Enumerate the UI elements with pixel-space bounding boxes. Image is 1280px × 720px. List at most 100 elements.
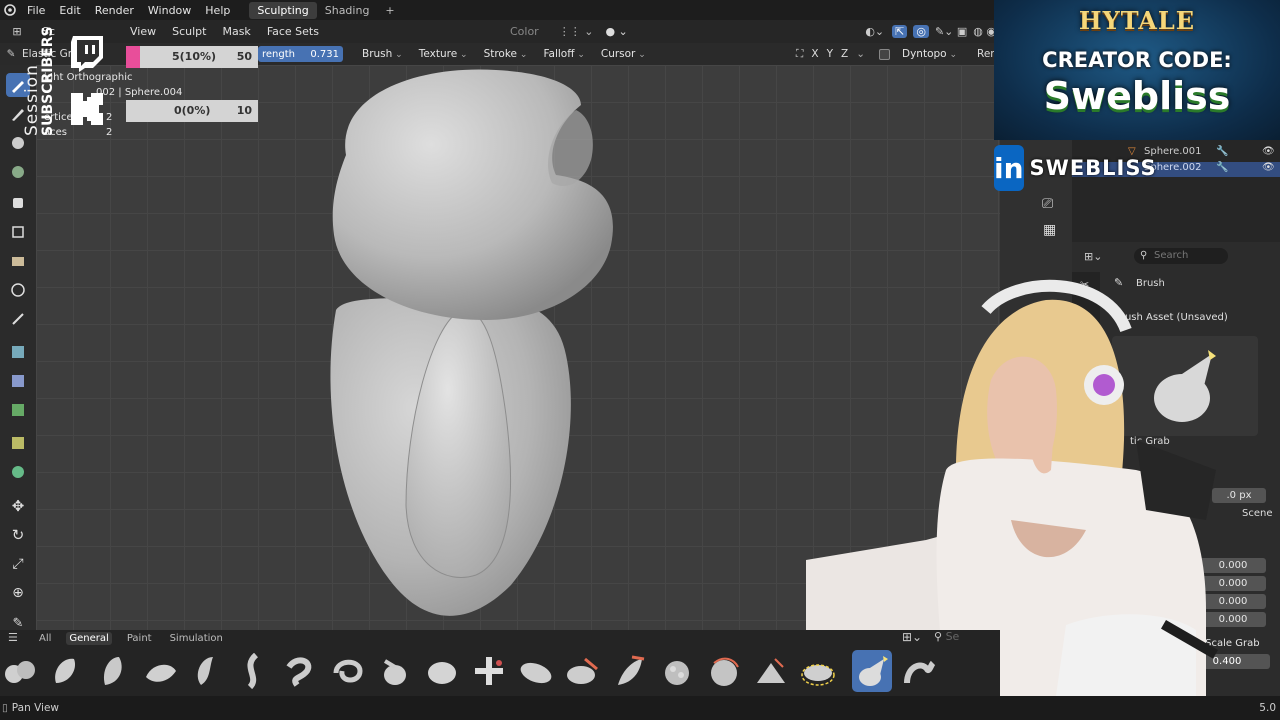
- creator-code-banner: HYTALE CREATOR CODE: Swebliss: [994, 0, 1280, 140]
- eye-icon[interactable]: 👁: [1262, 162, 1275, 173]
- subscriber-goal-text: 5(10%): [172, 50, 217, 63]
- second-goal-target: 10: [236, 104, 252, 117]
- brush-pinch-icon[interactable]: [469, 650, 509, 692]
- subscribers-label: SUBSCRIBERS: [40, 26, 56, 136]
- brush-crease-icon[interactable]: [234, 650, 274, 692]
- eye-icon[interactable]: 👁: [1262, 146, 1275, 157]
- shelf-search[interactable]: ⚲ Se: [934, 630, 959, 643]
- menu-view[interactable]: View: [122, 25, 164, 38]
- strength-slider[interactable]: rength 0.731: [258, 46, 343, 62]
- axis-y-toggle[interactable]: Y: [827, 48, 833, 60]
- face-set-tool-icon[interactable]: [6, 398, 30, 422]
- scale-tool-icon[interactable]: ⤢: [6, 552, 30, 576]
- shelf-search-placeholder: Se: [945, 630, 960, 643]
- brush-snake-icon[interactable]: [281, 650, 321, 692]
- menu-file[interactable]: File: [20, 4, 52, 17]
- box-hide-tool-icon[interactable]: [6, 369, 30, 393]
- gizmo-icon[interactable]: ⇱: [892, 25, 908, 38]
- collection-info: 002 | Sphere.004: [96, 87, 183, 98]
- color-toggle[interactable]: Color: [502, 25, 547, 38]
- cursor-dropdown[interactable]: Cursor: [593, 48, 654, 60]
- mesh-filter-tool-icon[interactable]: [6, 460, 30, 484]
- shelf-layout-icon[interactable]: ⊞⌄: [902, 630, 922, 644]
- line-project-tool-icon[interactable]: [6, 431, 30, 455]
- shading-mode-icon[interactable]: ◍ ◉: [973, 25, 996, 38]
- subscriber-goal-bar: 5(10%) 50: [126, 46, 258, 68]
- hamburger-icon[interactable]: ☰: [8, 631, 18, 644]
- menu-face-sets[interactable]: Face Sets: [259, 25, 327, 38]
- properties-editor-icon[interactable]: ⊞⌄: [1084, 250, 1102, 263]
- ortho-toggle-icon[interactable]: ▦: [1043, 222, 1056, 238]
- overlay-icon[interactable]: ◎: [913, 25, 929, 38]
- shelf-tab-paint[interactable]: Paint: [124, 632, 155, 645]
- stroke-dropdown[interactable]: Stroke: [476, 48, 536, 60]
- properties-search-placeholder: Search: [1154, 250, 1189, 261]
- strength-label: rength: [262, 48, 295, 60]
- brush-mask-icon[interactable]: [751, 650, 791, 692]
- linkedin-badge: in SWEBLISS: [994, 144, 1156, 192]
- camera-view-icon[interactable]: ⎚: [1042, 196, 1053, 212]
- falloff-dropdown[interactable]: Falloff: [535, 48, 592, 60]
- shelf-tab-simulation[interactable]: Simulation: [167, 632, 226, 645]
- brush-fill-icon[interactable]: [563, 650, 603, 692]
- twitch-icon: [64, 33, 110, 73]
- menu-edit[interactable]: Edit: [52, 4, 87, 17]
- brush-icon: ✎: [6, 48, 16, 60]
- status-hint: Pan View: [11, 702, 59, 714]
- dyntopo-checkbox[interactable]: [879, 48, 890, 60]
- brush-smooth-icon[interactable]: [704, 650, 744, 692]
- properties-search[interactable]: ⚲ Search: [1134, 248, 1228, 264]
- brush-dropdown[interactable]: Brush: [354, 48, 411, 60]
- flatten-tool-icon[interactable]: [6, 220, 30, 244]
- shading-dropdown-icon[interactable]: ● ⌄: [605, 25, 627, 38]
- menu-help[interactable]: Help: [198, 4, 237, 17]
- crease-tool-icon[interactable]: [6, 160, 30, 184]
- dyntopo-dropdown[interactable]: Dyntopo: [898, 48, 961, 60]
- linkedin-icon: in: [994, 145, 1024, 191]
- axis-z-toggle[interactable]: Z: [841, 48, 848, 60]
- menu-render[interactable]: Render: [88, 4, 141, 17]
- brush-rotate-icon[interactable]: [798, 650, 838, 692]
- tab-shading[interactable]: Shading: [317, 2, 378, 19]
- rotate-tool-icon[interactable]: ↻: [6, 523, 30, 547]
- tab-sculpting[interactable]: Sculpting: [249, 1, 317, 19]
- blender-logo-icon[interactable]: [0, 4, 20, 16]
- brush-multiplane-icon[interactable]: [657, 650, 697, 692]
- axis-x-toggle[interactable]: X: [811, 48, 818, 60]
- brush-blob-smooth-icon[interactable]: [422, 650, 462, 692]
- menu-sculpt[interactable]: Sculpt: [164, 25, 214, 38]
- xray-icon[interactable]: ✎⌄ ▣: [935, 25, 967, 38]
- shelf-tab-all[interactable]: All: [36, 632, 54, 645]
- view-name: ight Orthographic: [44, 72, 133, 83]
- add-workspace-button[interactable]: +: [377, 2, 402, 19]
- brush-clay-strips-icon[interactable]: [187, 650, 227, 692]
- brush-draw-sharp-icon[interactable]: [93, 650, 133, 692]
- brush-draw-icon[interactable]: [46, 650, 86, 692]
- shelf-tab-general[interactable]: General: [66, 632, 112, 645]
- editor-type-icon[interactable]: ⊞: [0, 25, 34, 38]
- box-mask-tool-icon[interactable]: [6, 340, 30, 364]
- brush-inflate-icon[interactable]: [375, 650, 415, 692]
- move-tool-icon[interactable]: ✥: [6, 494, 30, 518]
- texture-dropdown[interactable]: Texture: [411, 48, 476, 60]
- visibility-icon[interactable]: ◐⌄: [865, 25, 884, 38]
- menu-window[interactable]: Window: [141, 4, 198, 17]
- shelf-tabs: All General Paint Simulation: [36, 632, 226, 645]
- grab-tool-icon[interactable]: [6, 278, 30, 302]
- smooth-tool-icon[interactable]: [6, 191, 30, 215]
- mask-tool-icon[interactable]: [6, 249, 30, 273]
- brush-elastic-grab-icon[interactable]: [852, 650, 892, 692]
- brush-clay-icon[interactable]: [140, 650, 180, 692]
- symmetry-dropdown-icon[interactable]: ⋮⋮ ⌄: [559, 25, 594, 38]
- brush-scrape-icon[interactable]: [610, 650, 650, 692]
- brush-twist-icon[interactable]: [328, 650, 368, 692]
- transform-tool-icon[interactable]: ⊕: [6, 581, 30, 605]
- brush-blob-icon[interactable]: [0, 650, 40, 692]
- brush-flatten-icon[interactable]: [516, 650, 556, 692]
- brush-snake-hook-icon[interactable]: [899, 650, 939, 692]
- snake-hook-tool-icon[interactable]: [6, 307, 30, 331]
- menu-mask[interactable]: Mask: [214, 25, 258, 38]
- session-label: Session: [22, 64, 42, 136]
- banner-title: HYTALE: [1078, 6, 1196, 35]
- kick-icon: [66, 88, 108, 130]
